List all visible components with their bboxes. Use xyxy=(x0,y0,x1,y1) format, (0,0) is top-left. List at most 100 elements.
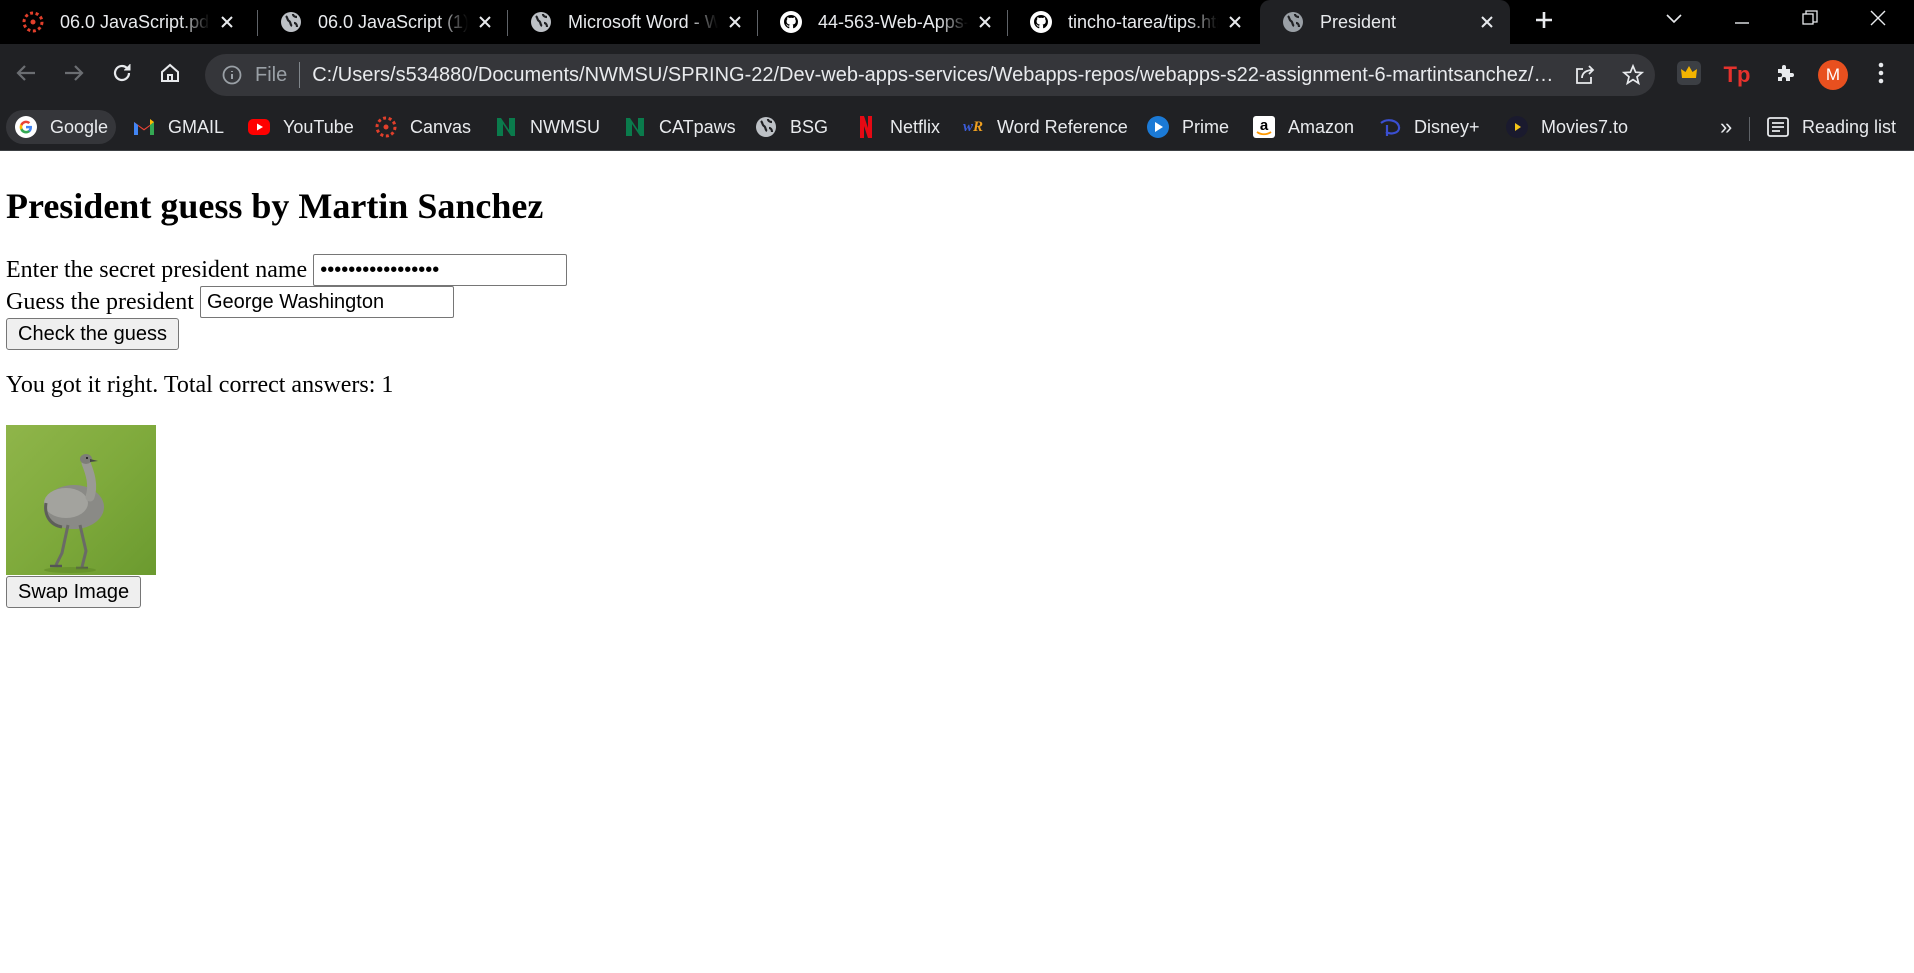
minimize-icon xyxy=(1735,11,1749,29)
page-content: President guess by Martin Sanchez Enter … xyxy=(0,152,1914,973)
github-icon xyxy=(778,9,804,35)
profile-avatar[interactable]: M xyxy=(1818,60,1848,90)
tab-github-web-apps[interactable]: 44-563-Web-Apps-Se xyxy=(758,0,1008,44)
bird-image xyxy=(6,425,156,575)
close-icon[interactable] xyxy=(1224,11,1246,33)
check-guess-button[interactable]: Check the guess xyxy=(6,318,179,350)
bookmark-bsg[interactable]: BSG xyxy=(746,110,836,144)
movies-icon xyxy=(1505,115,1529,139)
chevron-down-icon xyxy=(1666,11,1682,29)
reading-list-icon xyxy=(1766,115,1790,139)
prime-icon xyxy=(1146,115,1170,139)
divider xyxy=(299,62,301,88)
extension-tp-button[interactable]: Tp xyxy=(1719,57,1755,93)
arrow-right-icon xyxy=(63,62,85,89)
bookmark-google[interactable]: Google xyxy=(6,110,117,144)
reload-icon xyxy=(111,62,133,89)
tab-github-tips[interactable]: tincho-tarea/tips.html xyxy=(1008,0,1258,44)
tab-title: 44-563-Web-Apps-Se xyxy=(818,11,968,32)
bookmark-label: Word Reference xyxy=(997,116,1128,137)
tab-title: tincho-tarea/tips.html xyxy=(1068,11,1218,32)
crown-icon xyxy=(1676,60,1702,91)
forward-button[interactable] xyxy=(56,57,92,93)
star-icon[interactable] xyxy=(1620,62,1646,88)
canvas-icon xyxy=(20,9,46,35)
url-text[interactable]: C:/Users/s534880/Documents/NWMSU/SPRING-… xyxy=(312,64,1557,87)
result-message: You got it right. Total correct answers:… xyxy=(6,372,394,398)
close-icon[interactable] xyxy=(1476,11,1498,33)
bookmark-label: Movies7.to xyxy=(1541,116,1629,137)
divider xyxy=(1749,117,1750,141)
globe-icon xyxy=(754,115,778,139)
bookmark-disney[interactable]: Disney+ xyxy=(1370,110,1488,144)
reading-list-button[interactable]: Reading list xyxy=(1758,110,1904,144)
canvas-icon xyxy=(374,115,398,139)
bookmarks-overflow-button[interactable]: » xyxy=(1712,110,1740,144)
bookmark-gmail[interactable]: GMAIL xyxy=(124,110,232,144)
tp-icon: Tp xyxy=(1723,62,1751,87)
tab-search-button[interactable] xyxy=(1644,0,1704,40)
close-icon[interactable] xyxy=(216,11,238,33)
secret-row: Enter the secret president name xyxy=(6,254,568,286)
tab-president[interactable]: President xyxy=(1260,0,1510,44)
bookmark-netflix[interactable]: Netflix xyxy=(846,110,948,144)
guess-label: Guess the president xyxy=(6,288,194,315)
back-button[interactable] xyxy=(8,57,44,93)
info-icon[interactable] xyxy=(219,62,245,88)
reading-list-label: Reading list xyxy=(1802,116,1897,137)
bookmark-movies7[interactable]: Movies7.to xyxy=(1497,110,1636,144)
wordreference-icon: wR xyxy=(962,118,984,135)
bookmark-nwmsu[interactable]: NWMSU xyxy=(486,110,608,144)
address-bar[interactable]: File C:/Users/s534880/Documents/NWMSU/SP… xyxy=(205,54,1655,96)
new-tab-button[interactable] xyxy=(1528,6,1560,38)
bookmark-youtube[interactable]: YouTube xyxy=(239,110,362,144)
extensions-button[interactable] xyxy=(1767,57,1803,93)
tab-microsoft-word[interactable]: Microsoft Word - Week xyxy=(508,0,758,44)
github-icon xyxy=(1028,9,1054,35)
restore-button[interactable] xyxy=(1780,0,1840,40)
tab-javascript-pdf[interactable]: 06.0 JavaScript.pdf: Co xyxy=(0,0,250,44)
swap-image-button[interactable]: Swap Image xyxy=(6,576,142,608)
extension-crown-button[interactable] xyxy=(1671,57,1707,93)
guess-input[interactable] xyxy=(199,286,454,318)
toolbar: File C:/Users/s534880/Documents/NWMSU/SP… xyxy=(0,44,1914,106)
gmail-icon xyxy=(132,115,156,139)
globe-icon xyxy=(528,9,554,35)
bookmark-prime[interactable]: Prime xyxy=(1138,110,1237,144)
tab-strip: 06.0 JavaScript.pdf: Co 06.0 JavaScript … xyxy=(0,0,1914,44)
browser-chrome: 06.0 JavaScript.pdf: Co 06.0 JavaScript … xyxy=(0,0,1914,151)
close-icon[interactable] xyxy=(974,11,996,33)
minimize-button[interactable] xyxy=(1712,0,1772,40)
close-window-button[interactable] xyxy=(1848,0,1908,40)
nwmsu-icon xyxy=(494,115,518,139)
plus-icon xyxy=(1534,10,1554,35)
svg-text:a: a xyxy=(1260,117,1269,134)
bookmark-label: Disney+ xyxy=(1414,116,1480,137)
tab-javascript-pdf-2[interactable]: 06.0 JavaScript (1).pdf xyxy=(258,0,508,44)
bookmark-amazon[interactable]: a Amazon xyxy=(1244,110,1362,144)
bookmark-label: Canvas xyxy=(410,116,472,137)
close-icon[interactable] xyxy=(474,11,496,33)
close-icon[interactable] xyxy=(724,11,746,33)
bookmark-catpaws[interactable]: CATpaws xyxy=(615,110,744,144)
menu-button[interactable] xyxy=(1863,57,1899,93)
bookmark-label: CATpaws xyxy=(659,116,736,137)
amazon-icon: a xyxy=(1252,115,1276,139)
bookmark-canvas[interactable]: Canvas xyxy=(366,110,479,144)
secret-input[interactable] xyxy=(313,254,568,286)
globe-icon xyxy=(1280,9,1306,35)
tab-title: Microsoft Word - Week xyxy=(568,11,718,32)
arrow-left-icon xyxy=(15,62,37,89)
bookmark-label: Netflix xyxy=(890,116,941,137)
page-title: President guess by Martin Sanchez xyxy=(6,186,544,226)
bookmarks-bar: Google GMAIL YouTube Canvas NWMSU CATpaw… xyxy=(0,106,1914,151)
bookmark-word-reference[interactable]: wR Word Reference xyxy=(953,110,1136,144)
bookmark-label: BSG xyxy=(790,116,829,137)
tab-title: President xyxy=(1320,11,1397,32)
tab-title: 06.0 JavaScript.pdf: Co xyxy=(60,11,210,32)
netflix-icon xyxy=(854,115,878,139)
bookmark-label: Prime xyxy=(1182,116,1230,137)
reload-button[interactable] xyxy=(104,57,140,93)
share-icon[interactable] xyxy=(1572,62,1598,88)
home-button[interactable] xyxy=(152,57,188,93)
